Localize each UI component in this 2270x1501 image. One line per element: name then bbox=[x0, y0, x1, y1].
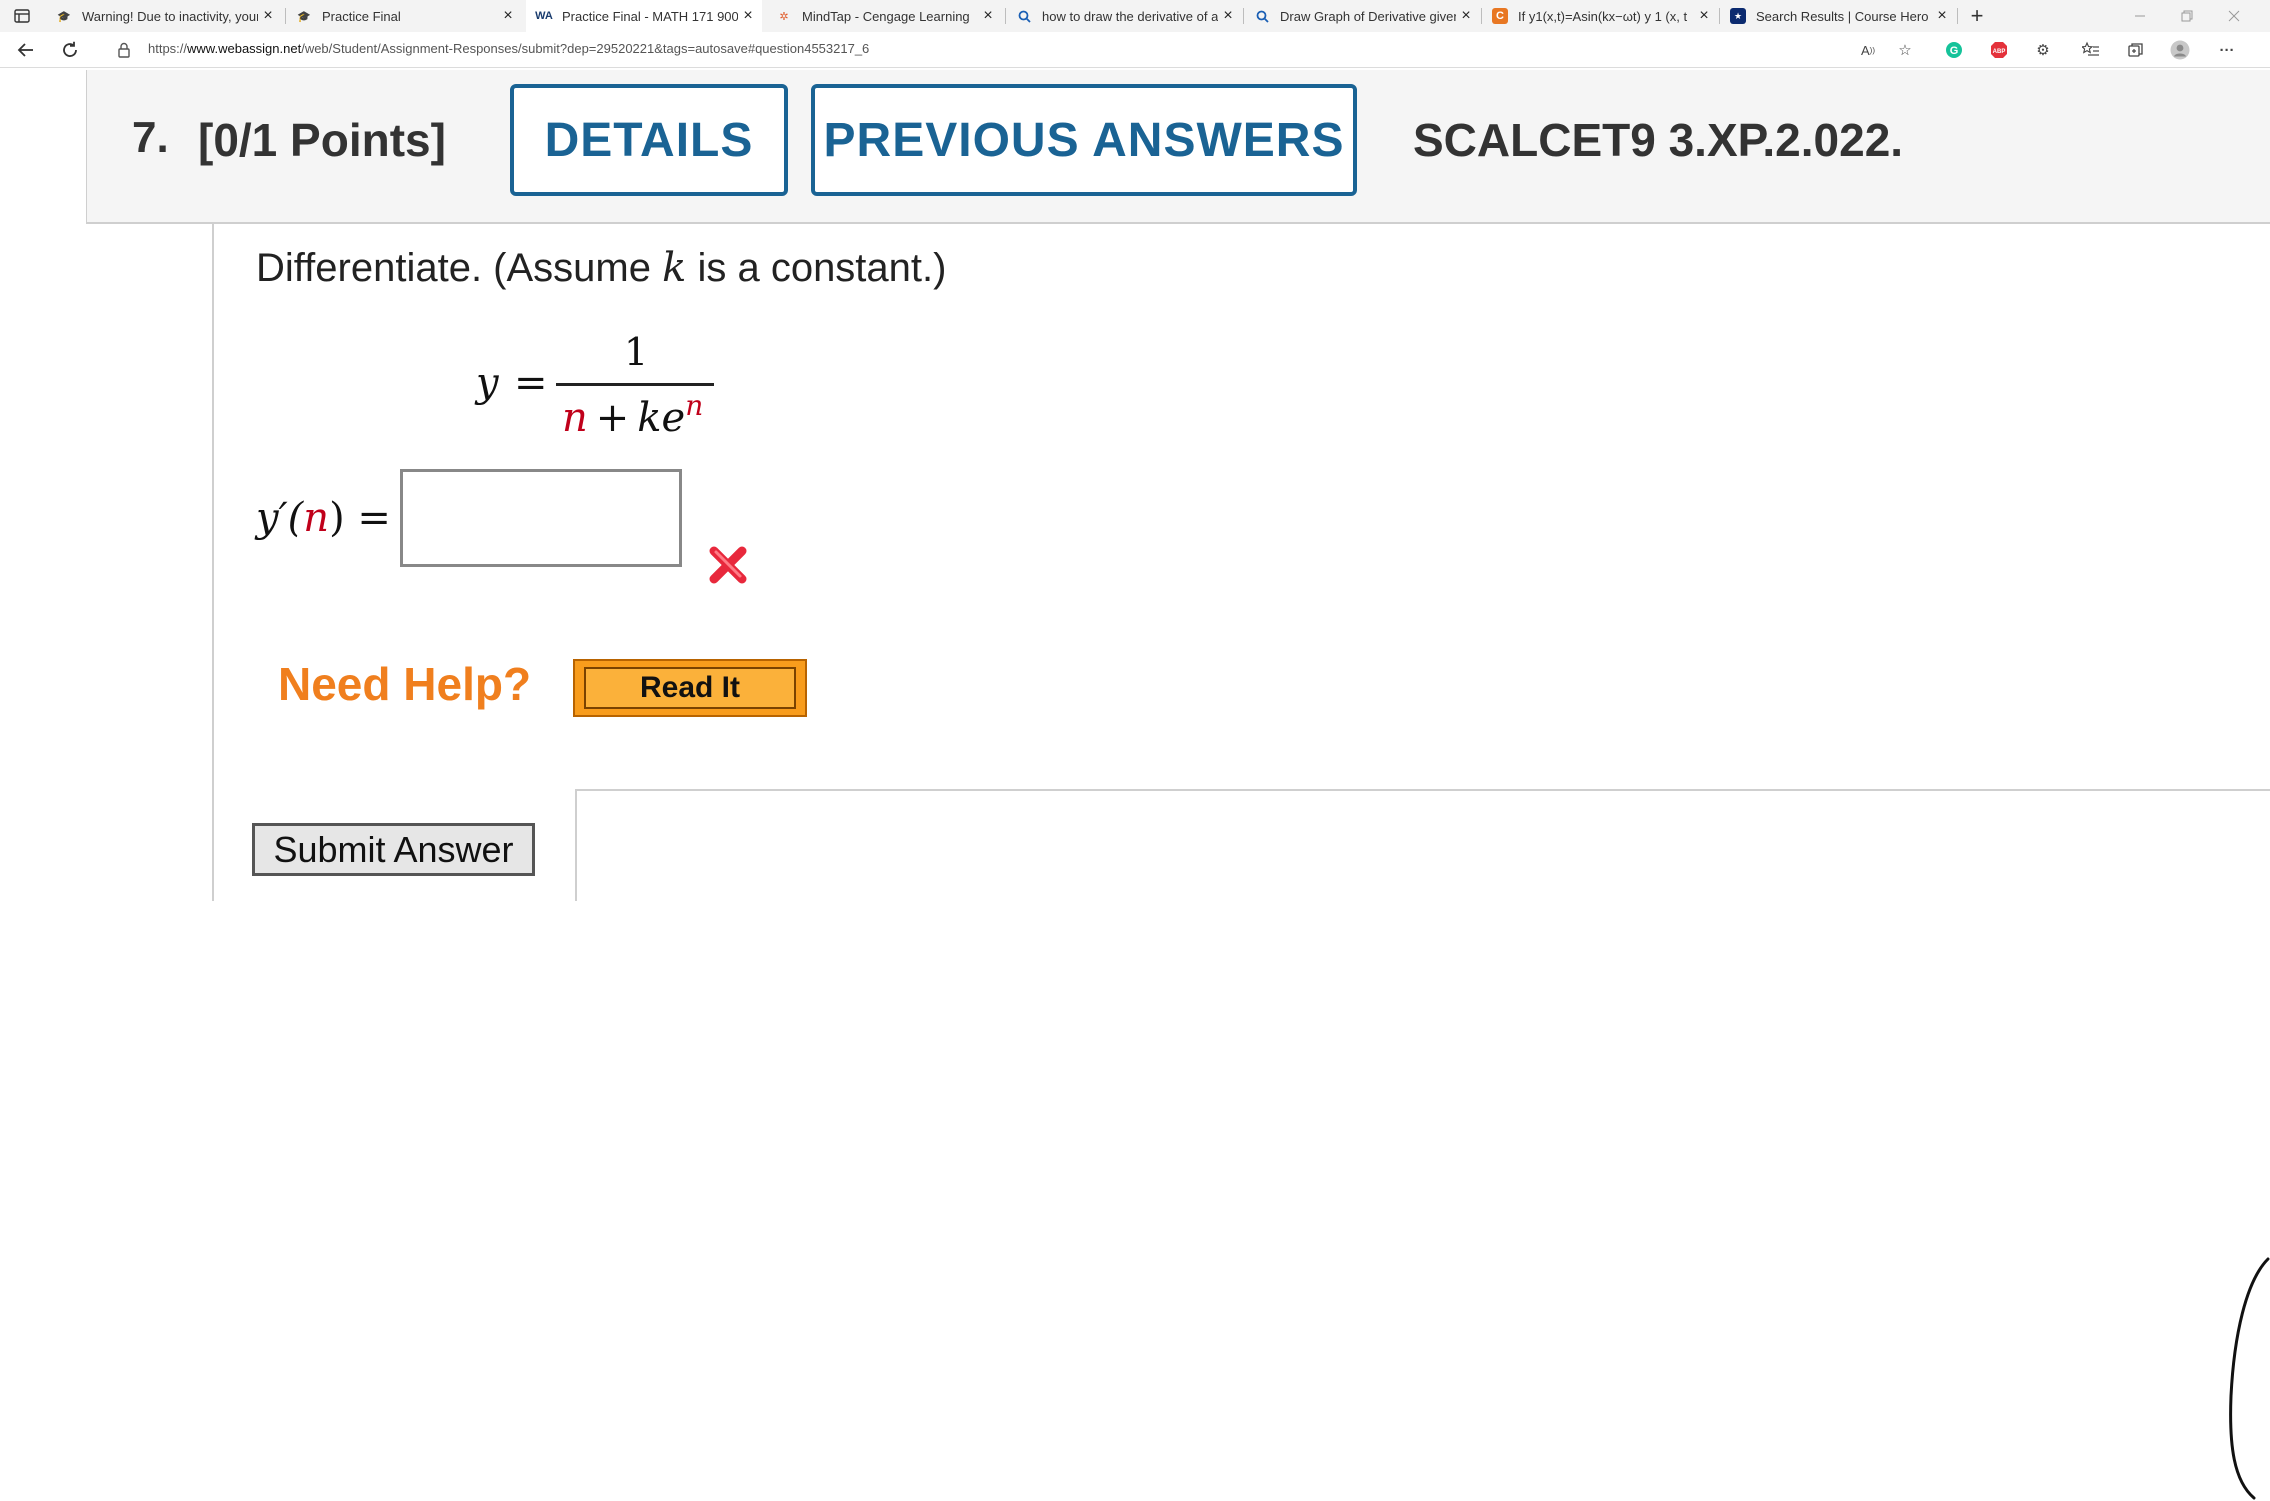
close-icon[interactable]: × bbox=[738, 7, 758, 25]
url-host: www.webassign.net bbox=[187, 41, 302, 56]
question-body-border bbox=[212, 224, 214, 901]
tab-practice-final-math[interactable]: WA Practice Final - MATH 171 900 C × bbox=[526, 0, 762, 32]
equation-denominator: n + ken bbox=[562, 389, 703, 441]
favorites-list-icon[interactable] bbox=[2080, 39, 2102, 61]
tab-chegg[interactable]: C If y1(x,t)=Asin(kx−ωt) y 1 (x, t × bbox=[1482, 0, 1718, 32]
denominator-variable: n bbox=[562, 395, 588, 441]
denominator-exponent: n bbox=[685, 389, 704, 422]
tab-title: Warning! Due to inactivity, your bbox=[82, 8, 258, 24]
url-field[interactable]: https://www.webassign.net/web/Student/As… bbox=[148, 41, 869, 56]
webassign-hat-icon: 🎓 bbox=[297, 10, 311, 23]
extensions-icon[interactable]: ⚙ bbox=[2032, 39, 2054, 61]
answer-input[interactable] bbox=[400, 469, 682, 567]
collections-icon[interactable] bbox=[2125, 39, 2147, 61]
tab-inactivity-warning[interactable]: 🎓 Warning! Due to inactivity, your × bbox=[46, 0, 282, 32]
tab-title: If y1(x,t)=Asin(kx−ωt) y 1 (x, t bbox=[1518, 8, 1688, 24]
equation-lhs: y bbox=[476, 360, 499, 406]
details-button[interactable]: DETAILS bbox=[510, 84, 788, 196]
lock-icon[interactable] bbox=[114, 38, 134, 62]
answer-label-close: ) bbox=[329, 495, 345, 541]
close-icon[interactable]: × bbox=[978, 7, 998, 25]
close-icon[interactable]: × bbox=[1456, 7, 1476, 25]
question-number: 7. bbox=[132, 113, 169, 162]
tab-title: Practice Final bbox=[322, 8, 401, 24]
close-icon[interactable]: × bbox=[258, 7, 278, 25]
adblock-plus-icon[interactable]: ABP bbox=[1988, 39, 2010, 61]
equation-equals: = bbox=[514, 360, 548, 406]
tab-strip: 🎓 Warning! Due to inactivity, your × 🎓 P… bbox=[0, 0, 2270, 32]
question-points: [0/1 Points] bbox=[198, 114, 446, 166]
tab-search-derivative[interactable]: how to draw the derivative of a g × bbox=[1006, 0, 1242, 32]
answer-label: y′(n) = bbox=[256, 495, 391, 541]
answer-panel-border bbox=[575, 789, 577, 901]
close-icon[interactable]: × bbox=[498, 7, 518, 25]
tab-practice-final[interactable]: 🎓 Practice Final × bbox=[286, 0, 522, 32]
url-path: /web/Student/Assignment-Responses/submit… bbox=[301, 41, 870, 56]
new-tab-button[interactable]: + bbox=[1962, 0, 1992, 32]
pen-scribble bbox=[2226, 1256, 2270, 1501]
new-tab-label: + bbox=[1970, 3, 1984, 28]
tab-title: Search Results | Course Hero bbox=[1756, 8, 1929, 24]
answer-label-fn: y′( bbox=[256, 495, 304, 541]
answer-label-var: n bbox=[303, 495, 330, 541]
tab-title: how to draw the derivative of a g bbox=[1042, 8, 1218, 24]
question-id: SCALCET9 3.XP.2.022. bbox=[1413, 114, 1904, 166]
course-hero-icon: ★ bbox=[1730, 8, 1746, 24]
favorite-star-icon[interactable]: ☆ bbox=[1894, 39, 1916, 61]
prompt-text-end: is a constant.) bbox=[686, 246, 947, 290]
denominator-term: ke bbox=[637, 395, 686, 441]
answer-label-equals: = bbox=[357, 495, 391, 541]
mindtap-icon: ✲ bbox=[779, 10, 789, 23]
back-arrow-icon[interactable] bbox=[14, 38, 38, 62]
search-icon bbox=[1254, 8, 1270, 24]
close-window-icon[interactable] bbox=[2224, 6, 2244, 26]
submit-answer-button[interactable]: Submit Answer bbox=[252, 823, 535, 876]
answer-panel-top-border bbox=[576, 789, 2270, 791]
svg-text:G: G bbox=[1950, 45, 1959, 57]
tab-search-graph[interactable]: Draw Graph of Derivative given × bbox=[1244, 0, 1480, 32]
fraction-bar bbox=[556, 383, 714, 386]
read-it-button[interactable]: Read It bbox=[573, 659, 807, 717]
chegg-icon: C bbox=[1492, 8, 1508, 24]
close-icon[interactable]: × bbox=[1694, 7, 1714, 25]
equation-numerator: 1 bbox=[624, 330, 649, 374]
close-icon[interactable]: × bbox=[1932, 7, 1952, 25]
url-scheme: https:// bbox=[148, 41, 188, 56]
previous-answers-button[interactable]: PREVIOUS ANSWERS bbox=[811, 84, 1357, 196]
profile-avatar-icon[interactable] bbox=[2169, 39, 2191, 61]
webassign-logo-icon: WA bbox=[535, 10, 553, 22]
need-help-label: Need Help? bbox=[278, 658, 532, 710]
incorrect-x-icon bbox=[708, 545, 748, 585]
tab-course-hero[interactable]: ★ Search Results | Course Hero × bbox=[1720, 0, 1956, 32]
svg-text:ABP: ABP bbox=[1993, 49, 2006, 55]
webassign-hat-icon: 🎓 bbox=[57, 10, 71, 23]
tab-title: MindTap - Cengage Learning bbox=[802, 8, 970, 24]
grammarly-icon[interactable]: G bbox=[1943, 39, 1965, 61]
prompt-variable: k bbox=[662, 245, 687, 291]
refresh-icon[interactable] bbox=[58, 38, 82, 62]
address-bar: https://www.webassign.net/web/Student/As… bbox=[0, 32, 2270, 68]
question-prompt: Differentiate. (Assume k is a constant.) bbox=[256, 245, 946, 291]
restore-icon[interactable] bbox=[2177, 6, 2197, 26]
tab-title: Draw Graph of Derivative given bbox=[1280, 8, 1456, 24]
read-aloud-icon[interactable]: A)) bbox=[1857, 39, 1879, 61]
search-icon bbox=[1016, 8, 1032, 24]
prompt-text: Differentiate. (Assume bbox=[256, 246, 663, 290]
denominator-plus: + bbox=[595, 395, 630, 441]
close-icon[interactable]: × bbox=[1218, 7, 1238, 25]
tab-mindtap[interactable]: ✲ MindTap - Cengage Learning × bbox=[766, 0, 1002, 32]
tab-title: Practice Final - MATH 171 900 C bbox=[562, 8, 738, 24]
more-menu-icon[interactable]: ··· bbox=[2216, 39, 2238, 61]
minimize-icon[interactable] bbox=[2130, 6, 2150, 26]
tab-actions-icon[interactable] bbox=[12, 6, 32, 26]
read-it-label: Read It bbox=[584, 667, 796, 709]
